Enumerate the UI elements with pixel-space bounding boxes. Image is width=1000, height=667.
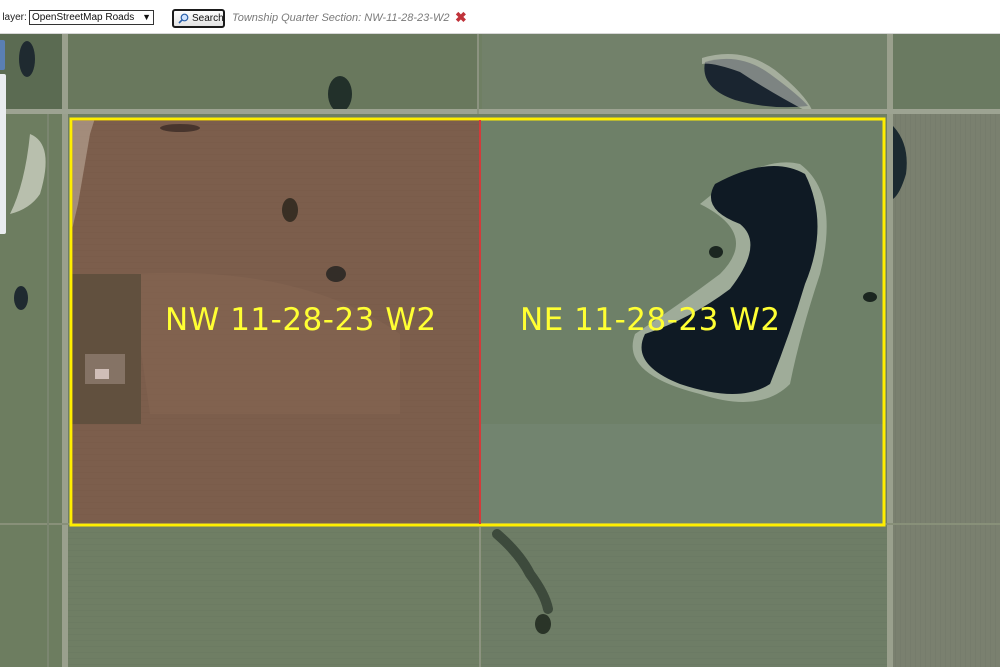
- map-viewport[interactable]: NW 11-28-23 W2 NE 11-28-23 W2: [0, 34, 1000, 667]
- quarter-label-ne: NE 11-28-23 W2: [520, 302, 781, 338]
- search-icon: [178, 13, 189, 24]
- quarter-label-nw: NW 11-28-23 W2: [165, 302, 437, 338]
- pan-control[interactable]: [0, 40, 5, 70]
- close-icon[interactable]: ✖: [455, 9, 467, 25]
- search-button-label: Search: [192, 13, 224, 24]
- base-layer-label: e layer:: [0, 12, 27, 23]
- quarter-section-overlay: [69, 117, 886, 527]
- search-button[interactable]: Search: [172, 9, 225, 28]
- base-layer-select[interactable]: OpenStreetMap Roads ▼: [29, 10, 154, 25]
- map-toolbar: e layer: OpenStreetMap Roads ▼ Search To…: [0, 0, 1000, 34]
- zoom-slider[interactable]: [0, 74, 6, 234]
- township-section-label: Township Quarter Section: NW-11-28-23-W2: [232, 12, 450, 24]
- chevron-down-icon: ▼: [142, 12, 151, 22]
- base-layer-select-value: OpenStreetMap Roads: [32, 12, 135, 23]
